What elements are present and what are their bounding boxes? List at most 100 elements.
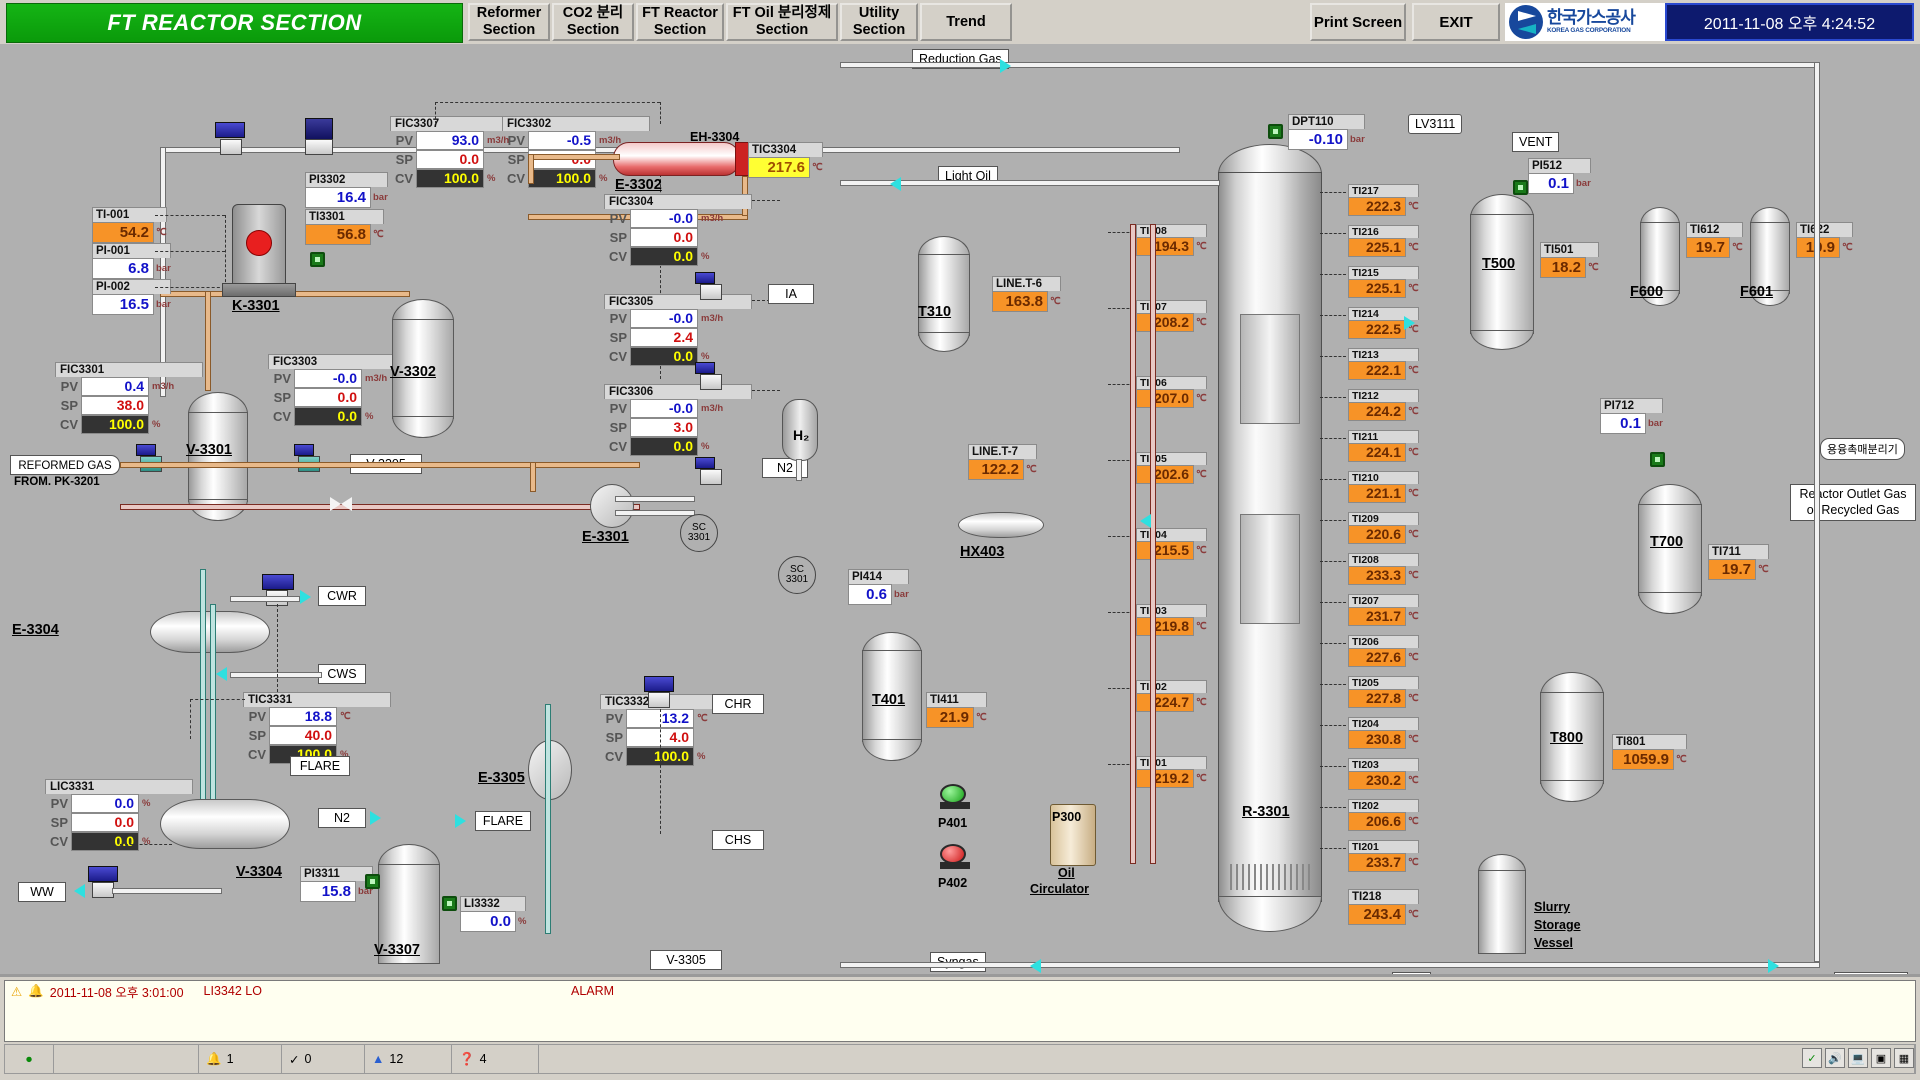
pv-unit: % — [142, 798, 151, 809]
readout-tag: TI204 — [1348, 717, 1419, 730]
nav-label-line1: Reformer — [476, 5, 542, 22]
sp-value[interactable]: 0.0 — [294, 388, 362, 407]
equipment-label-p402: P402 — [938, 876, 968, 890]
flow-transmitter-3302[interactable] — [305, 118, 333, 140]
pump-p401[interactable] — [940, 784, 970, 810]
indicator-sc3301-a[interactable]: SC 3301 — [680, 514, 718, 552]
actuator-fic3305[interactable] — [695, 362, 715, 374]
pump-p402[interactable] — [940, 844, 970, 870]
vessel-t310 — [918, 254, 970, 336]
actuator-fic3301[interactable] — [136, 444, 156, 456]
controller-fic3304[interactable]: FIC3304 PV -0.0 m3/h SP 0.0 CV 0.0 % — [604, 194, 752, 266]
vessel-bottom-t401 — [862, 739, 922, 761]
pv-value: 18.8 — [269, 707, 337, 726]
valve-fic3306-out[interactable] — [700, 469, 722, 485]
level-transmitter-3332[interactable] — [442, 896, 457, 911]
cv-value[interactable]: 0.0 — [630, 347, 698, 366]
sp-label: SP — [605, 730, 623, 745]
pipe-reduction-gas — [840, 62, 1820, 68]
pv-value: 0.0 — [71, 794, 139, 813]
nav-reformer-section[interactable]: Reformer Section — [468, 3, 550, 41]
readout-tag: TI107 — [1136, 300, 1207, 313]
readout-unit: ℃ — [1196, 621, 1207, 632]
sp-value[interactable]: 40.0 — [269, 726, 337, 745]
indicator-sc3301-b[interactable]: SC 3301 — [778, 556, 816, 594]
readout-ti210: TI210 221.1 ℃ — [1348, 471, 1419, 503]
equipment-label-v3304: V-3304 — [236, 864, 282, 880]
sp-value[interactable]: 0.0 — [71, 813, 139, 832]
cv-value[interactable]: 0.0 — [294, 407, 362, 426]
cv-value[interactable]: 0.0 — [630, 437, 698, 456]
readout-ti217: TI217 222.3 ℃ — [1348, 184, 1419, 216]
alarm-count-cell[interactable]: 🔔 1 — [199, 1045, 282, 1073]
sp-value[interactable]: 3.0 — [630, 418, 698, 437]
readout-ti711: TI711 19.7 ℃ — [1708, 544, 1769, 580]
controller-tic3331[interactable]: TIC3331 PV 18.8 ℃ SP 40.0 CV 100.0 % — [243, 692, 391, 764]
valve-fic3305-out[interactable] — [700, 374, 722, 390]
label-cws: CWS — [318, 664, 366, 684]
pressure-transmitter-3311[interactable] — [365, 874, 380, 889]
tray-speaker-icon[interactable]: 🔊 — [1825, 1048, 1845, 1068]
cv-label: CV — [608, 349, 627, 364]
valve-actuator-3307[interactable] — [215, 122, 245, 138]
valve-tic3332[interactable] — [648, 692, 670, 708]
flow-arrow-flare — [455, 814, 466, 828]
actuator-fic3303[interactable] — [294, 444, 314, 456]
nav-co2-section[interactable]: CO2 분리 Section — [552, 3, 634, 41]
controller-fic3306[interactable]: FIC3306 PV -0.0 m3/h SP 3.0 CV 0.0 % — [604, 384, 752, 456]
pressure-transmitter-712[interactable] — [1650, 452, 1665, 467]
tray-window-icon[interactable]: ▣ — [1871, 1048, 1891, 1068]
temperature-transmitter-3301[interactable] — [310, 252, 325, 267]
signal-line — [1320, 807, 1346, 808]
controller-fic3305[interactable]: FIC3305 PV -0.0 m3/h SP 2.4 CV 0.0 % — [604, 294, 752, 366]
ack-count-cell[interactable]: ✓ 0 — [282, 1045, 365, 1073]
valve-fic3304-out[interactable] — [700, 284, 722, 300]
cv-value[interactable]: 100.0 — [81, 415, 149, 434]
dp-transmitter-110[interactable] — [1268, 124, 1283, 139]
readout-value: 222.1 — [1348, 361, 1406, 380]
help-count-cell[interactable]: ❓ 4 — [452, 1045, 539, 1073]
actuator-fic3306[interactable] — [695, 457, 715, 469]
readout-unit: bar — [156, 299, 171, 310]
connection-status-icon[interactable]: ● — [5, 1045, 54, 1073]
cv-value[interactable]: 100.0 — [528, 169, 596, 188]
actuator-cwr[interactable] — [262, 574, 294, 590]
nav-ft-reactor-section[interactable]: FT Reactor Section — [636, 3, 724, 41]
sp-value[interactable]: 0.0 — [630, 228, 698, 247]
readout-tag: TI217 — [1348, 184, 1419, 197]
pressure-transmitter-512[interactable] — [1513, 180, 1528, 195]
readout-ti104: TI104215.5℃ — [1136, 528, 1207, 560]
nav-ft-oil-section[interactable]: FT Oil 분리정제 Section — [726, 3, 838, 41]
cv-value[interactable]: 0.0 — [71, 832, 139, 851]
sp-value[interactable]: 2.4 — [630, 328, 698, 347]
cv-value[interactable]: 100.0 — [416, 169, 484, 188]
sp-value[interactable]: 38.0 — [81, 396, 149, 415]
readout-ti108: TI108194.3℃ — [1136, 224, 1207, 256]
print-screen-button[interactable]: Print Screen — [1310, 3, 1406, 41]
sp-value[interactable]: 0.0 — [416, 150, 484, 169]
tray-monitor-icon[interactable]: 💻 — [1848, 1048, 1868, 1068]
nav-utility-section[interactable]: Utility Section — [840, 3, 918, 41]
tray-grid-icon[interactable]: ▦ — [1894, 1048, 1914, 1068]
tray-check-icon[interactable]: ✓ — [1802, 1048, 1822, 1068]
actuator-fic3304[interactable] — [695, 272, 715, 284]
valve-lic3331[interactable] — [92, 882, 114, 898]
actuator-lic3331[interactable] — [88, 866, 118, 882]
controller-fic3301[interactable]: FIC3301 PV 0.4 m3/h SP 38.0 CV 100.0 % — [55, 362, 203, 434]
readout-line-t6: LINE.T-6 163.8 ℃ — [992, 276, 1061, 312]
exit-button[interactable]: EXIT — [1412, 3, 1500, 41]
manual-valve-recycle[interactable] — [330, 497, 352, 512]
info-count-cell[interactable]: ▲ 12 — [365, 1045, 452, 1073]
readout-unit: ℃ — [1408, 283, 1419, 294]
cv-value[interactable]: 0.0 — [630, 247, 698, 266]
signal-line — [277, 604, 278, 692]
readout-unit: ℃ — [1408, 816, 1419, 827]
readout-tag: PI512 — [1528, 158, 1591, 173]
readout-li3332: LI3332 0.0 % — [460, 896, 527, 932]
actuator-tic3332[interactable] — [644, 676, 674, 692]
alarm-list[interactable]: ⚠ 🔔 2011-11-08 오후 3:01:00 LI3342 LO ALAR… — [4, 980, 1916, 1042]
nav-trend[interactable]: Trend — [920, 3, 1012, 41]
alarm-row[interactable]: ⚠ 🔔 2011-11-08 오후 3:01:00 LI3342 LO ALAR… — [5, 981, 1915, 1001]
control-valve-3307[interactable] — [220, 139, 242, 155]
readout-value: 219.8 — [1136, 617, 1194, 636]
